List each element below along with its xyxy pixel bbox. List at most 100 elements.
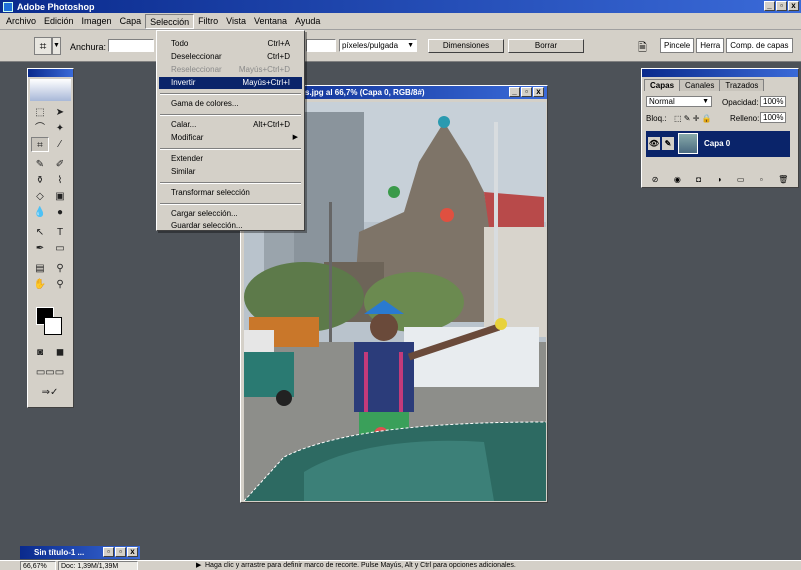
restore-button[interactable]: ▫ [776, 1, 787, 11]
notes-icon[interactable]: ▤ [31, 261, 49, 276]
shape-icon[interactable]: ▭ [51, 241, 69, 256]
menu-item-todo[interactable]: Todo Ctrl+A [159, 38, 302, 50]
brush-icon[interactable]: ✐ [51, 157, 69, 172]
background-color-swatch[interactable] [44, 317, 62, 335]
menu-item-deseleccionar[interactable]: Deseleccionar Ctrl+D [159, 51, 302, 63]
adobe-online-icon[interactable] [30, 79, 71, 101]
history-brush-icon[interactable]: ⌇ [51, 173, 69, 188]
magic-wand-icon[interactable]: ✦ [51, 121, 69, 136]
opacity-input[interactable]: 100% [760, 96, 786, 107]
menu-ventana[interactable]: Ventana [250, 14, 291, 29]
folder-icon[interactable]: ▭ [737, 175, 745, 186]
menu-item-calar[interactable]: Calar... Alt+Ctrl+D [159, 119, 302, 131]
menu-filtro[interactable]: Filtro [194, 14, 222, 29]
document-restore-button[interactable]: ▫ [521, 87, 532, 97]
well-tab-brushes[interactable]: Pincele [660, 38, 695, 53]
marquee-icon[interactable]: ⬚ [31, 105, 49, 120]
menu-item-similar[interactable]: Similar [159, 166, 302, 178]
document-close-button[interactable]: x [533, 87, 544, 97]
layer-row[interactable]: 👁 ✎ Capa 0 [646, 131, 790, 157]
app-window-controls: _ ▫ x [764, 1, 799, 11]
eraser-icon[interactable]: ◇ [31, 189, 49, 204]
minimized-restore-button[interactable]: ▫ [103, 547, 114, 557]
mask-icon[interactable]: ◘ [696, 175, 701, 186]
standard-mode-icon[interactable]: ◙ [31, 345, 49, 360]
menu-edicion[interactable]: Edición [40, 14, 78, 29]
slice-icon[interactable]: ⁄ [51, 137, 69, 152]
doc-size-readout[interactable]: Doc: 1,39M/1,39M [58, 561, 138, 570]
menu-archivo[interactable]: Archivo [2, 14, 40, 29]
fill-input[interactable]: 100% [760, 112, 786, 123]
menu-item-modificar[interactable]: Modificar ▶ [159, 132, 302, 144]
type-icon[interactable]: T [51, 225, 69, 240]
hand-icon[interactable]: ✋ [31, 277, 49, 292]
units-select[interactable]: píxeles/pulgada ▼ [339, 39, 417, 52]
layers-panel-header[interactable] [642, 69, 798, 77]
app-title-bar: Adobe Photoshop _ ▫ x [0, 0, 801, 13]
clear-button[interactable]: Borrar [508, 39, 584, 53]
menu-capa[interactable]: Capa [116, 14, 146, 29]
width-label: Anchura: [70, 42, 107, 52]
minimize-button[interactable]: _ [764, 1, 775, 11]
layer-name: Capa 0 [704, 139, 731, 148]
blend-mode-select[interactable]: Normal ▼ [646, 96, 712, 107]
lasso-icon[interactable]: ⌒ [31, 121, 49, 136]
menu-vista[interactable]: Vista [222, 14, 250, 29]
quick-mask-icon[interactable]: ◼ [51, 345, 69, 360]
link-layers-icon[interactable]: ⊘ [652, 175, 659, 186]
menu-item-label: Modificar [171, 133, 204, 142]
crop-icon[interactable]: ⌗ [34, 37, 52, 55]
blur-icon[interactable]: 💧 [31, 205, 49, 220]
palette-well-icon[interactable]: 🗎 [638, 39, 652, 54]
well-tab-layer-comps[interactable]: Comp. de capas [726, 38, 793, 53]
dodge-icon[interactable]: ● [51, 205, 69, 220]
lock-icons[interactable]: ⬚ ✎ ✛ 🔒 [674, 114, 712, 123]
new-layer-icon[interactable]: ▫ [760, 175, 763, 186]
menu-item-cargar-seleccion[interactable]: Cargar selección... [159, 208, 302, 220]
fill-label: Relleno: [730, 114, 760, 123]
tab-capas[interactable]: Capas [644, 79, 681, 91]
well-tab-tools[interactable]: Herra [696, 38, 725, 53]
menu-seleccion[interactable]: Selección [145, 13, 195, 29]
width-input[interactable] [108, 39, 154, 52]
minimized-document-window[interactable]: Sin título-1 ... ▫ ▫ x [20, 546, 140, 559]
play-arrow-icon[interactable]: ▶ [196, 561, 201, 570]
gradient-icon[interactable]: ▣ [51, 189, 69, 204]
resolution-input[interactable] [306, 39, 336, 52]
path-selection-icon[interactable]: ↖ [31, 225, 49, 240]
minimized-maximize-button[interactable]: ▫ [115, 547, 126, 557]
document-window-controls: _ ▫ x [509, 87, 544, 97]
menu-item-guardar-seleccion[interactable]: Guardar selección... [159, 220, 302, 232]
eyedropper-icon[interactable]: ⚲ [51, 261, 69, 276]
menu-item-transformar-seleccion[interactable]: Transformar selección [159, 187, 302, 199]
brush-icon[interactable]: ✎ [662, 137, 674, 150]
trash-icon[interactable]: 🗑 [778, 175, 788, 186]
menu-ayuda[interactable]: Ayuda [291, 14, 324, 29]
pen-icon[interactable]: ✒ [31, 241, 49, 256]
minimized-close-button[interactable]: x [127, 547, 138, 557]
document-minimize-button[interactable]: _ [509, 87, 520, 97]
menu-item-shortcut: Mayús+Ctrl+D [238, 65, 290, 74]
screen-mode-icon[interactable]: ▭▭▭ [31, 365, 69, 380]
zoom-icon[interactable]: ⚲ [51, 277, 69, 292]
chevron-down-icon[interactable]: ▼ [52, 37, 61, 55]
menu-item-gama-de-colores[interactable]: Gama de colores... [159, 98, 302, 110]
minimized-window-title: Sin título-1 ... [34, 548, 85, 557]
layer-style-icon[interactable]: ◉ [674, 175, 681, 186]
crop-tool-icon[interactable]: ⌗ [31, 137, 49, 152]
zoom-readout[interactable]: 66,67% [20, 561, 56, 570]
tab-canales[interactable]: Canales [679, 79, 721, 91]
tab-trazados[interactable]: Trazados [719, 79, 765, 91]
close-button[interactable]: x [788, 1, 799, 11]
jump-to-imageready-icon[interactable]: ⇒✓ [31, 385, 69, 400]
menu-item-invertir[interactable]: Invertir Mayús+Ctrl+I [159, 77, 302, 89]
menu-imagen[interactable]: Imagen [78, 14, 116, 29]
healing-brush-icon[interactable]: ✎ [31, 157, 49, 172]
front-image-button[interactable]: Dimensiones [428, 39, 504, 53]
eye-icon[interactable]: 👁 [648, 137, 660, 150]
menu-item-extender[interactable]: Extender [159, 153, 302, 165]
status-bar: 66,67% Doc: 1,39M/1,39M ▶ Haga clic y ar… [0, 560, 801, 570]
stamp-icon[interactable]: ⚱ [31, 173, 49, 188]
adjustment-icon[interactable]: ◑ [717, 175, 722, 186]
move-icon[interactable]: ➤ [51, 105, 69, 120]
